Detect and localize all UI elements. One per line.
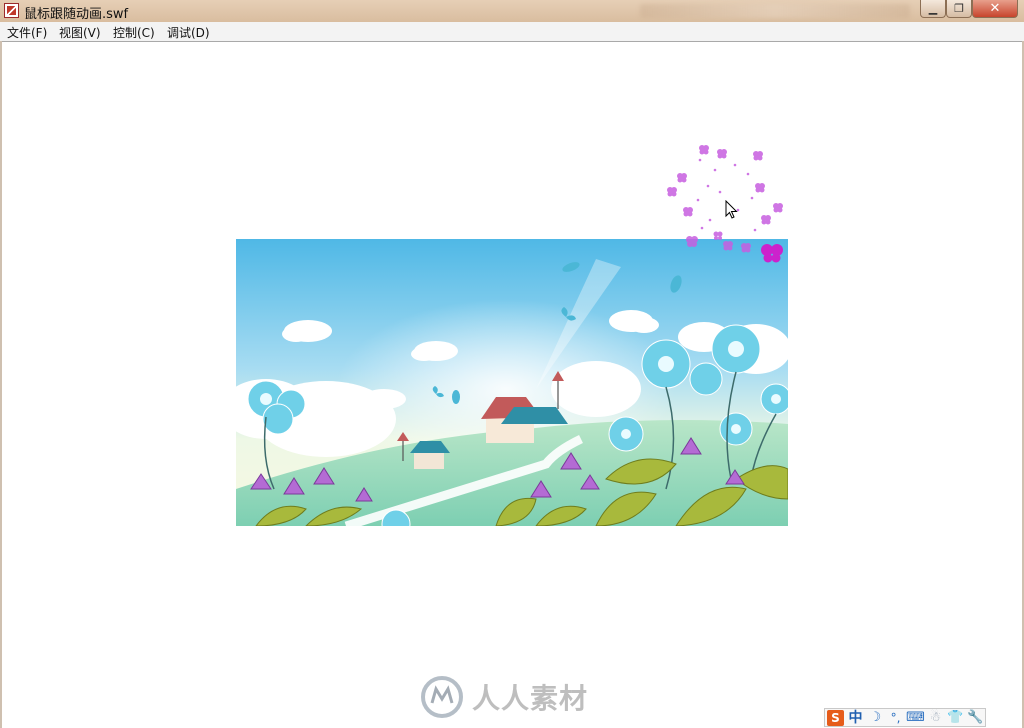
- person-icon[interactable]: ☃: [927, 710, 944, 726]
- settings-wrench-icon[interactable]: 🔧: [967, 710, 984, 726]
- half-width-icon[interactable]: ☽: [867, 710, 884, 726]
- watermark-logo-icon: [421, 676, 463, 718]
- menu-bar: 文件(F) 视图(V) 控制(C) 调试(D): [0, 22, 1024, 42]
- menu-control[interactable]: 控制(C): [111, 24, 157, 41]
- chinese-mode-icon[interactable]: 中: [847, 710, 864, 726]
- mouse-cursor-icon: [725, 200, 738, 219]
- scene-illustration: [236, 239, 788, 526]
- flash-player-icon[interactable]: [4, 3, 19, 18]
- sogou-icon[interactable]: S: [827, 709, 844, 726]
- minimize-button[interactable]: ▁: [920, 0, 946, 18]
- watermark-text: 人人素材: [472, 682, 589, 715]
- close-button[interactable]: ✕: [972, 0, 1018, 18]
- large-butterfly: [761, 244, 783, 263]
- punctuation-icon[interactable]: °,: [887, 710, 904, 726]
- window-title: 鼠标跟随动画.swf: [24, 7, 129, 22]
- title-bar: 鼠标跟随动画.swf ▁ ❐ ✕: [0, 0, 1024, 23]
- ime-toolbar: S 中 ☽ °, ⌨ ☃ 👕 🔧: [824, 708, 986, 727]
- spring-scene-image: [236, 239, 788, 526]
- watermark: 人人素材: [420, 674, 610, 720]
- menu-view[interactable]: 视图(V): [57, 24, 103, 41]
- menu-file[interactable]: 文件(F): [5, 24, 49, 41]
- skin-icon[interactable]: 👕: [947, 710, 964, 726]
- keyboard-icon[interactable]: ⌨: [906, 710, 925, 726]
- menu-debug[interactable]: 调试(D): [165, 24, 212, 41]
- titlebar-blurred-search: [640, 4, 910, 18]
- restore-button[interactable]: ❐: [946, 0, 972, 18]
